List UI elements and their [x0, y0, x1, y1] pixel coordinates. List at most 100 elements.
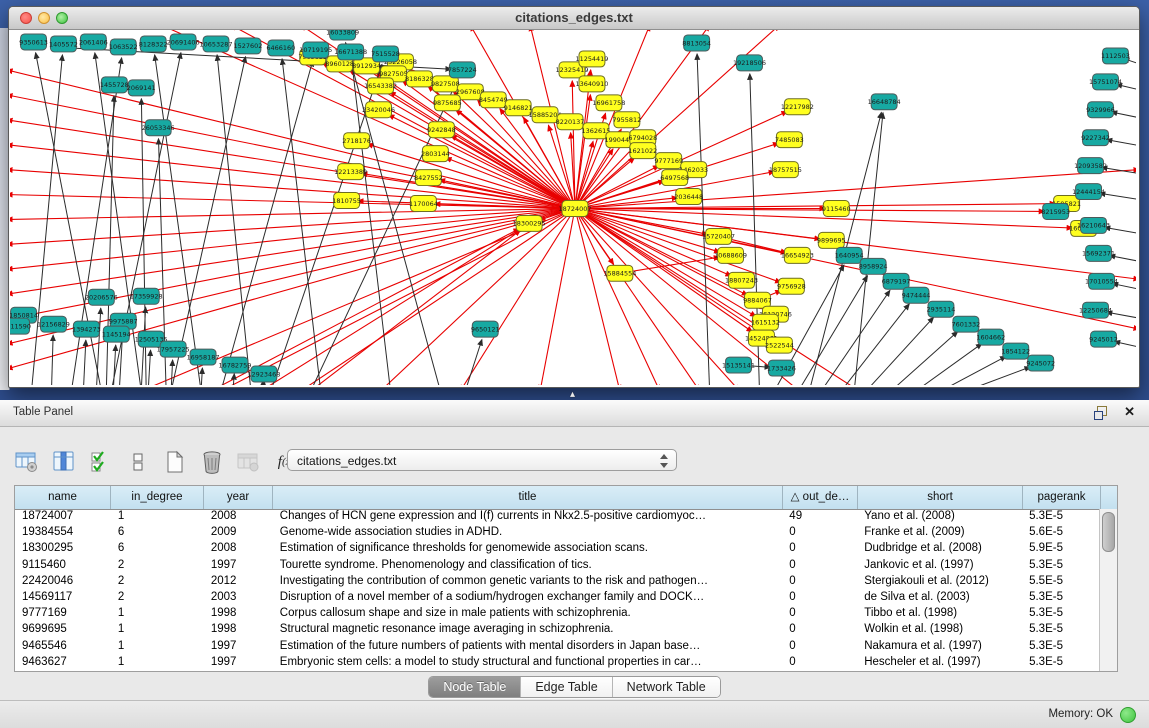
table-cell[interactable]: Dudbridge et al. (2008)	[857, 541, 1022, 557]
table-cell[interactable]: Yano et al. (2008)	[857, 509, 1022, 525]
graph-node[interactable]: 9474444	[902, 287, 931, 303]
table-row[interactable]: 946362711997Embryonic stem cells: a mode…	[15, 655, 1100, 671]
graph-node[interactable]: 1112503	[1101, 48, 1130, 64]
table-cell[interactable]: 2	[111, 574, 204, 590]
table-cell[interactable]: 22420046	[15, 574, 111, 590]
table-row[interactable]: 977716911998Corpus callosum shape and si…	[15, 606, 1100, 622]
column-header-in_degree[interactable]: in_degree	[111, 486, 204, 509]
table-cell[interactable]: Franke et al. (2009)	[857, 525, 1022, 541]
table-cell[interactable]: 1	[111, 606, 204, 622]
table-cell[interactable]: 0	[782, 541, 857, 557]
import-table-icon[interactable]	[236, 449, 262, 475]
graph-node[interactable]: 1405572	[49, 36, 78, 52]
tab-network-table[interactable]: Network Table	[613, 677, 720, 697]
table-cell[interactable]: 19384554	[15, 525, 111, 541]
table-cell[interactable]: 0	[782, 558, 857, 574]
column-header-title[interactable]: title	[273, 486, 783, 509]
table-cell[interactable]: 9115460	[15, 558, 111, 574]
table-cell[interactable]: Corpus callosum shape and size in male p…	[273, 606, 783, 622]
close-panel-icon[interactable]: ✕	[1124, 404, 1135, 420]
graph-node[interactable]: 23420046	[362, 102, 395, 118]
table-cell[interactable]: 2	[111, 590, 204, 606]
graph-node[interactable]: 16033809	[326, 30, 359, 40]
table-cell[interactable]: 2003	[204, 590, 273, 606]
table-cell[interactable]: 1998	[204, 622, 273, 638]
graph-node[interactable]: 1615132	[751, 314, 780, 330]
table-cell[interactable]: 1997	[204, 655, 273, 671]
new-table-icon[interactable]	[162, 449, 188, 475]
graph-node[interactable]: 13640910	[575, 76, 608, 92]
table-cell[interactable]: 5.3E-5	[1022, 622, 1100, 638]
graph-node[interactable]: 7857224	[448, 62, 477, 78]
graph-node[interactable]: 9245012	[1089, 331, 1118, 347]
graph-node[interactable]: 9899695	[817, 232, 846, 248]
table-row[interactable]: 2242004622012Investigating the contribut…	[15, 574, 1100, 590]
window-titlebar[interactable]: citations_edges.txt	[9, 7, 1139, 30]
table-cell[interactable]: 49	[782, 509, 857, 525]
table-row[interactable]: 1872400712008Changes of HCN gene express…	[15, 509, 1100, 525]
graph-node[interactable]: 15884554	[603, 265, 636, 281]
graph-node[interactable]: 7485083	[775, 132, 804, 148]
column-header-name[interactable]: name	[15, 486, 111, 509]
graph-node[interactable]: 1145194	[102, 326, 131, 342]
table-row[interactable]: 1938455462009Genome-wide association stu…	[15, 525, 1100, 541]
table-cell[interactable]: Jankovic et al. (1997)	[857, 558, 1022, 574]
table-row[interactable]: 1830029562008Estimation of significance …	[15, 541, 1100, 557]
table-cell[interactable]: 18724007	[15, 509, 111, 525]
select-columns-icon[interactable]	[88, 449, 114, 475]
graph-node[interactable]: 2935114	[927, 301, 956, 317]
table-cell[interactable]: 0	[782, 525, 857, 541]
table-cell[interactable]: 5.3E-5	[1022, 558, 1100, 574]
table-cell[interactable]: Tourette syndrome. Phenomenology and cla…	[273, 558, 783, 574]
graph-node[interactable]: 2069141	[127, 80, 156, 96]
table-cell[interactable]: 1998	[204, 606, 273, 622]
table-scrollbar[interactable]	[1099, 509, 1117, 671]
table-cell[interactable]: Disruption of a novel member of a sodium…	[273, 590, 783, 606]
network-graph-canvas[interactable]: 1872400718300295796382289601288912934232…	[10, 30, 1136, 385]
graph-node[interactable]: 12217982	[781, 99, 814, 115]
graph-node[interactable]: 1854122	[1001, 343, 1030, 359]
table-cell[interactable]: 0	[782, 574, 857, 590]
table-cell[interactable]: Hescheler et al. (1997)	[857, 655, 1022, 671]
graph-node[interactable]: 1810755	[332, 193, 361, 209]
table-cell[interactable]: 2008	[204, 541, 273, 557]
table-cell[interactable]: 5.3E-5	[1022, 509, 1100, 525]
table-cell[interactable]: Genome-wide association studies in ADHD.	[273, 525, 783, 541]
table-cell[interactable]: 9463627	[15, 655, 111, 671]
graph-node[interactable]: 17957225	[157, 341, 190, 357]
table-cell[interactable]: 5.9E-5	[1022, 541, 1100, 557]
graph-node[interactable]: 18757515	[769, 162, 802, 178]
graph-node[interactable]: 9650121	[471, 321, 500, 337]
table-cell[interactable]: 1	[111, 622, 204, 638]
graph-node[interactable]: 8958924	[859, 258, 888, 274]
table-cell[interactable]: 5.5E-5	[1022, 574, 1100, 590]
graph-node[interactable]: 10719195	[299, 42, 332, 58]
table-cell[interactable]: Investigating the contribution of common…	[273, 574, 783, 590]
table-row[interactable]: 1456911722003Disruption of a novel membe…	[15, 590, 1100, 606]
graph-node[interactable]: 12213389	[334, 164, 367, 180]
tab-edge-table[interactable]: Edge Table	[521, 677, 612, 697]
graph-node[interactable]: 8128322	[139, 36, 168, 52]
graph-node[interactable]: 15135141	[722, 357, 755, 373]
graph-node[interactable]: 1527602	[234, 38, 263, 54]
graph-node[interactable]: 1455728	[100, 77, 129, 93]
graph-node[interactable]: 9350613	[19, 34, 48, 50]
graph-node[interactable]: 8215953	[1041, 204, 1070, 220]
table-cell[interactable]: 1997	[204, 639, 273, 655]
delete-table-icon[interactable]	[199, 449, 225, 475]
column-header-pagerank[interactable]: pagerank	[1023, 486, 1101, 509]
table-cell[interactable]: 0	[782, 606, 857, 622]
table-cell[interactable]: 1997	[204, 558, 273, 574]
graph-node[interactable]: 1621022	[628, 143, 657, 159]
graph-node[interactable]: 9756928	[777, 278, 806, 294]
table-cell[interactable]: Structural magnetic resonance image aver…	[273, 622, 783, 638]
graph-node[interactable]: 15692371	[1082, 245, 1115, 261]
table-scrollbar-thumb[interactable]	[1102, 512, 1115, 552]
table-cell[interactable]: Wolkin et al. (1998)	[857, 622, 1022, 638]
table-cell[interactable]: de Silva et al. (2003)	[857, 590, 1022, 606]
graph-node[interactable]: 26053346	[142, 120, 175, 136]
graph-node[interactable]: 8813054	[682, 35, 711, 51]
table-cell[interactable]: Tibbo et al. (1998)	[857, 606, 1022, 622]
table-cell[interactable]: 6	[111, 541, 204, 557]
graph-node[interactable]: 2036448	[674, 189, 703, 205]
